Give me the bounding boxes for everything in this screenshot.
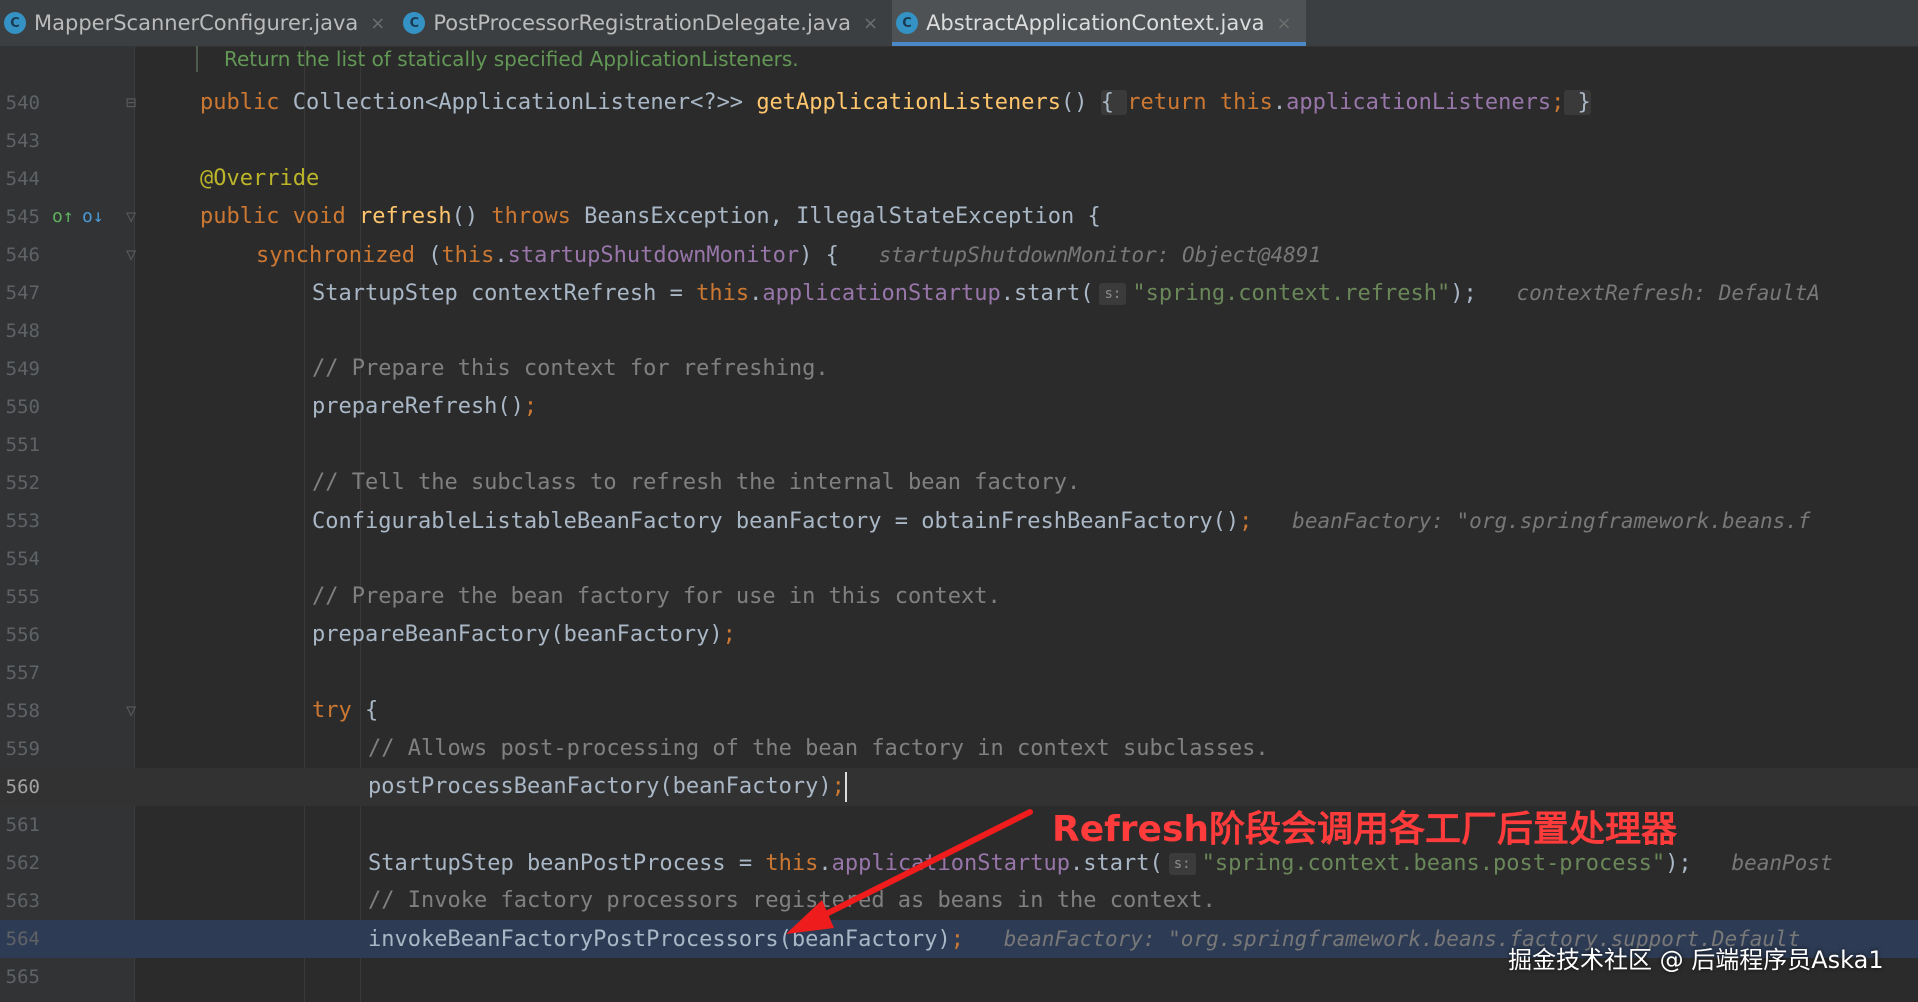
debug-inline-value: startupShutdownMonitor: Object@4891 [878,243,1322,267]
code-comment: // Invoke factory processors registered … [368,888,1216,913]
code-text: StartupStep contextRefresh = this.applic… [312,281,1820,306]
implemented-down-arrow-icon[interactable]: o↓ [82,198,104,236]
override-up-arrow-icon[interactable]: o↑ [52,198,74,236]
line-number: 553 [5,510,40,532]
code-text: public void refresh() throws BeansExcept… [200,204,1101,229]
line-number: 560 [5,776,40,798]
tab-post-processor-registration-delegate[interactable]: C PostProcessorRegistrationDelegate.java… [399,0,892,46]
tab-mapper-scanner-configurer[interactable]: C MapperScannerConfigurer.java × [0,0,399,46]
code-editor[interactable]: Return the list of statically specified … [0,46,1918,1002]
code-text: public Collection<ApplicationListener<?>… [200,90,1591,115]
code-text: prepareBeanFactory(beanFactory); [312,622,736,647]
line-number: 565 [5,966,40,988]
code-line-548[interactable]: 548 [0,312,1918,350]
code-text: prepareRefresh(); [312,394,538,419]
code-line-545[interactable]: 545 o↑ o↓ ▽ public void refresh() throws… [0,198,1918,236]
line-number: 558 [5,700,40,722]
close-icon[interactable]: × [370,13,385,34]
code-line-558[interactable]: 558 ▽ try { [0,692,1918,730]
editor-tab-bar: C MapperScannerConfigurer.java × C PostP… [0,0,1918,47]
tab-label: MapperScannerConfigurer.java [34,11,359,35]
close-icon[interactable]: × [1277,13,1292,34]
code-text: try { [312,698,379,723]
code-line-552[interactable]: 552 // Tell the subclass to refresh the … [0,464,1918,502]
tab-label: PostProcessorRegistrationDelegate.java [433,11,851,35]
java-class-icon: C [896,12,919,34]
text-caret [844,772,847,802]
tab-label: AbstractApplicationContext.java [926,11,1265,35]
watermark: 掘金技术社区 @ 后端程序员Aska1 [1508,946,1884,974]
debug-inline-value: beanPost [1731,851,1833,875]
fold-icon[interactable]: ▽ [126,236,136,274]
debug-inline-value: beanFactory: "org.springframework.beans.… [1292,509,1811,533]
line-number: 559 [5,738,40,760]
code-line-553[interactable]: 553 ConfigurableListableBeanFactory bean… [0,502,1918,540]
line-number: 561 [5,814,40,836]
fold-icon[interactable]: ▽ [126,198,136,236]
line-number: 550 [5,396,40,418]
code-text: synchronized (this.startupShutdownMonito… [256,243,1322,268]
code-text: ConfigurableListableBeanFactory beanFact… [312,509,1811,534]
code-line-543[interactable]: 543 [0,122,1918,160]
line-number: 556 [5,624,40,646]
line-number: 552 [5,472,40,494]
code-line-546[interactable]: 546 ▽ synchronized (this.startupShutdown… [0,236,1918,274]
line-number: 555 [5,586,40,608]
code-line-554[interactable]: 554 [0,540,1918,578]
code-line-555[interactable]: 555 // Prepare the bean factory for use … [0,578,1918,616]
code-line-551[interactable]: 551 [0,426,1918,464]
fold-icon[interactable]: ⊟ [126,84,136,122]
line-number: 557 [5,662,40,684]
code-text: @Override [200,166,320,191]
code-line-556[interactable]: 556 prepareBeanFactory(beanFactory); [0,616,1918,654]
line-number: 563 [5,890,40,912]
fold-icon[interactable]: ▽ [126,692,136,730]
javadoc-comment: Return the list of statically specified … [196,46,799,72]
java-class-icon: C [4,12,26,34]
line-number: 544 [5,168,40,190]
tab-abstract-application-context[interactable]: C AbstractApplicationContext.java × [892,0,1306,46]
line-number: 547 [5,282,40,304]
line-number: 543 [5,130,40,152]
line-number: 548 [5,320,40,342]
code-comment: // Tell the subclass to refresh the inte… [312,470,1081,495]
code-line-550[interactable]: 550 prepareRefresh(); [0,388,1918,426]
line-number: 551 [5,434,40,456]
line-number: 554 [5,548,40,570]
line-number: 540 [5,92,40,114]
line-number: 549 [5,358,40,380]
line-number: 564 [5,928,40,950]
code-line-547[interactable]: 547 StartupStep contextRefresh = this.ap… [0,274,1918,312]
code-comment: // Prepare the bean factory for use in t… [312,584,1001,609]
line-number: 546 [5,244,40,266]
close-icon[interactable]: × [863,13,878,34]
code-line-563[interactable]: 563 // Invoke factory processors registe… [0,882,1918,920]
code-line-549[interactable]: 549 // Prepare this context for refreshi… [0,350,1918,388]
code-comment: // Allows post-processing of the bean fa… [368,736,1269,761]
parameter-hint: s: [1099,283,1127,305]
code-line-544[interactable]: 544 @Override [0,160,1918,198]
annotation-label: Refresh阶段会调用各工厂后置处理器 [1052,809,1678,850]
code-line-557[interactable]: 557 [0,654,1918,692]
code-comment: // Prepare this context for refreshing. [312,356,829,381]
debug-inline-value: contextRefresh: DefaultA [1516,281,1820,305]
code-text: postProcessBeanFactory(beanFactory); [368,768,847,806]
parameter-hint: s: [1168,853,1196,875]
code-line-540[interactable]: 540 ⊟ public Collection<ApplicationListe… [0,84,1918,122]
java-class-icon: C [403,12,426,34]
code-line-559[interactable]: 559 // Allows post-processing of the bea… [0,730,1918,768]
line-number: 545 [5,206,40,228]
line-number: 562 [5,852,40,874]
